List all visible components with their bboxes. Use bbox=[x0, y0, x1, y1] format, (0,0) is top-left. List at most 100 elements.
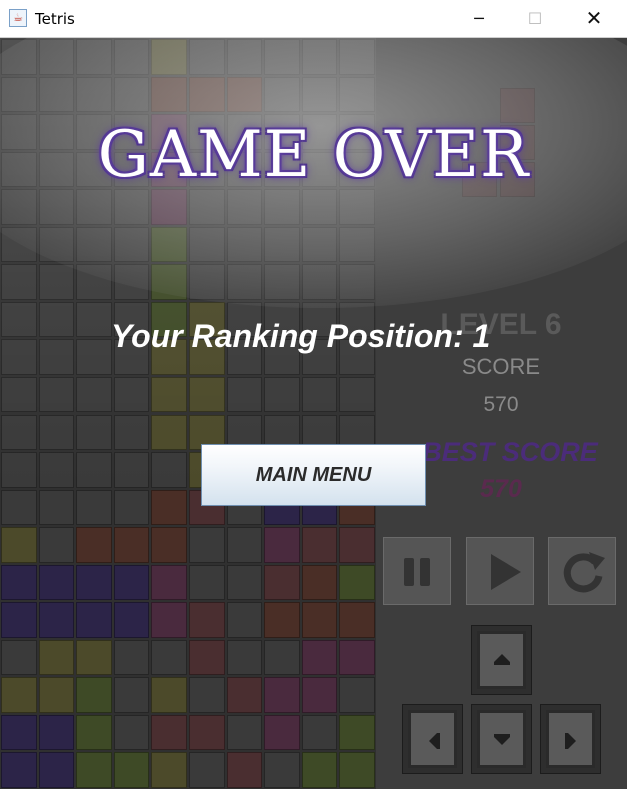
rotate-button[interactable] bbox=[471, 625, 532, 695]
filled-cell bbox=[226, 76, 263, 113]
empty-cell bbox=[76, 39, 112, 75]
score-label: SCORE bbox=[461, 354, 541, 379]
filled-cell bbox=[38, 752, 75, 788]
empty-cell bbox=[38, 376, 75, 413]
filled-cell bbox=[76, 639, 112, 676]
filled-cell bbox=[264, 564, 300, 601]
filled-cell bbox=[38, 639, 75, 676]
empty-cell bbox=[76, 452, 112, 488]
filled-cell bbox=[1, 752, 37, 788]
filled-cell bbox=[264, 602, 300, 638]
filled-cell bbox=[113, 752, 150, 788]
empty-cell bbox=[76, 339, 112, 375]
empty-cell bbox=[1, 264, 37, 300]
filled-cell bbox=[76, 602, 112, 638]
filled-cell bbox=[1, 714, 37, 751]
filled-cell bbox=[113, 527, 150, 563]
score-value: 570 bbox=[483, 393, 519, 416]
filled-cell bbox=[301, 752, 338, 788]
filled-cell bbox=[151, 602, 187, 638]
filled-cell bbox=[1, 602, 37, 638]
move-right-button[interactable] bbox=[540, 704, 601, 774]
filled-cell bbox=[301, 527, 338, 563]
empty-cell bbox=[339, 677, 375, 713]
empty-cell bbox=[264, 752, 300, 788]
restart-button[interactable] bbox=[548, 537, 616, 605]
empty-cell bbox=[113, 414, 150, 451]
filled-cell bbox=[76, 527, 112, 563]
filled-cell bbox=[264, 677, 300, 713]
empty-cell bbox=[264, 189, 300, 225]
move-left-button[interactable] bbox=[402, 704, 463, 774]
filled-cell bbox=[189, 639, 225, 676]
rotate-up-icon bbox=[494, 654, 510, 665]
empty-cell bbox=[339, 39, 375, 75]
down-arrow-icon bbox=[494, 734, 510, 745]
filled-cell bbox=[1, 677, 37, 713]
filled-cell bbox=[151, 414, 187, 451]
empty-cell bbox=[76, 376, 112, 413]
empty-cell bbox=[226, 639, 263, 676]
filled-cell bbox=[151, 752, 187, 788]
filled-cell bbox=[226, 677, 263, 713]
empty-cell bbox=[76, 414, 112, 451]
maximize-button[interactable]: ☐ bbox=[512, 0, 558, 37]
main-menu-button[interactable]: MAIN MENU bbox=[201, 444, 426, 506]
empty-cell bbox=[189, 752, 225, 788]
play-button[interactable] bbox=[466, 537, 534, 605]
filled-cell bbox=[151, 189, 187, 225]
empty-cell bbox=[113, 639, 150, 676]
filled-cell bbox=[189, 602, 225, 638]
empty-cell bbox=[76, 264, 112, 300]
empty-cell bbox=[226, 39, 263, 75]
empty-cell bbox=[226, 527, 263, 563]
filled-cell bbox=[113, 602, 150, 638]
empty-cell bbox=[151, 639, 187, 676]
empty-cell bbox=[1, 339, 37, 375]
empty-cell bbox=[301, 76, 338, 113]
empty-cell bbox=[189, 39, 225, 75]
empty-cell bbox=[113, 452, 150, 488]
empty-cell bbox=[301, 376, 338, 413]
empty-cell bbox=[301, 226, 338, 263]
window-title: Tetris bbox=[35, 10, 75, 28]
empty-cell bbox=[264, 39, 300, 75]
empty-cell bbox=[339, 376, 375, 413]
filled-cell bbox=[151, 489, 187, 526]
game-over-heading: GAME OVER bbox=[97, 118, 530, 192]
empty-cell bbox=[38, 527, 75, 563]
empty-cell bbox=[189, 189, 225, 225]
right-arrow-icon bbox=[565, 733, 576, 749]
filled-cell bbox=[189, 76, 225, 113]
empty-cell bbox=[264, 264, 300, 300]
empty-cell bbox=[339, 226, 375, 263]
empty-cell bbox=[76, 226, 112, 263]
empty-cell bbox=[38, 39, 75, 75]
empty-cell bbox=[339, 76, 375, 113]
empty-cell bbox=[1, 489, 37, 526]
close-button[interactable]: ✕ bbox=[571, 0, 617, 37]
empty-cell bbox=[189, 527, 225, 563]
empty-cell bbox=[38, 301, 75, 338]
filled-cell bbox=[189, 714, 225, 751]
filled-cell bbox=[38, 677, 75, 713]
play-icon bbox=[491, 554, 521, 590]
empty-cell bbox=[113, 76, 150, 113]
pause-button[interactable] bbox=[383, 537, 451, 605]
empty-cell bbox=[38, 489, 75, 526]
minimize-button[interactable]: ─ bbox=[456, 0, 502, 37]
empty-cell bbox=[1, 414, 37, 451]
move-down-button[interactable] bbox=[471, 704, 532, 774]
empty-cell bbox=[189, 564, 225, 601]
filled-cell bbox=[226, 752, 263, 788]
game-area: LEVEL 6 SCORE 570 BEST SCORE 570 GAME OV… bbox=[0, 38, 627, 789]
filled-cell bbox=[76, 752, 112, 788]
empty-cell bbox=[226, 189, 263, 225]
empty-cell bbox=[339, 189, 375, 225]
empty-cell bbox=[264, 376, 300, 413]
empty-cell bbox=[113, 714, 150, 751]
filled-cell bbox=[151, 226, 187, 263]
filled-cell bbox=[1, 564, 37, 601]
empty-cell bbox=[76, 76, 112, 113]
empty-cell bbox=[189, 677, 225, 713]
